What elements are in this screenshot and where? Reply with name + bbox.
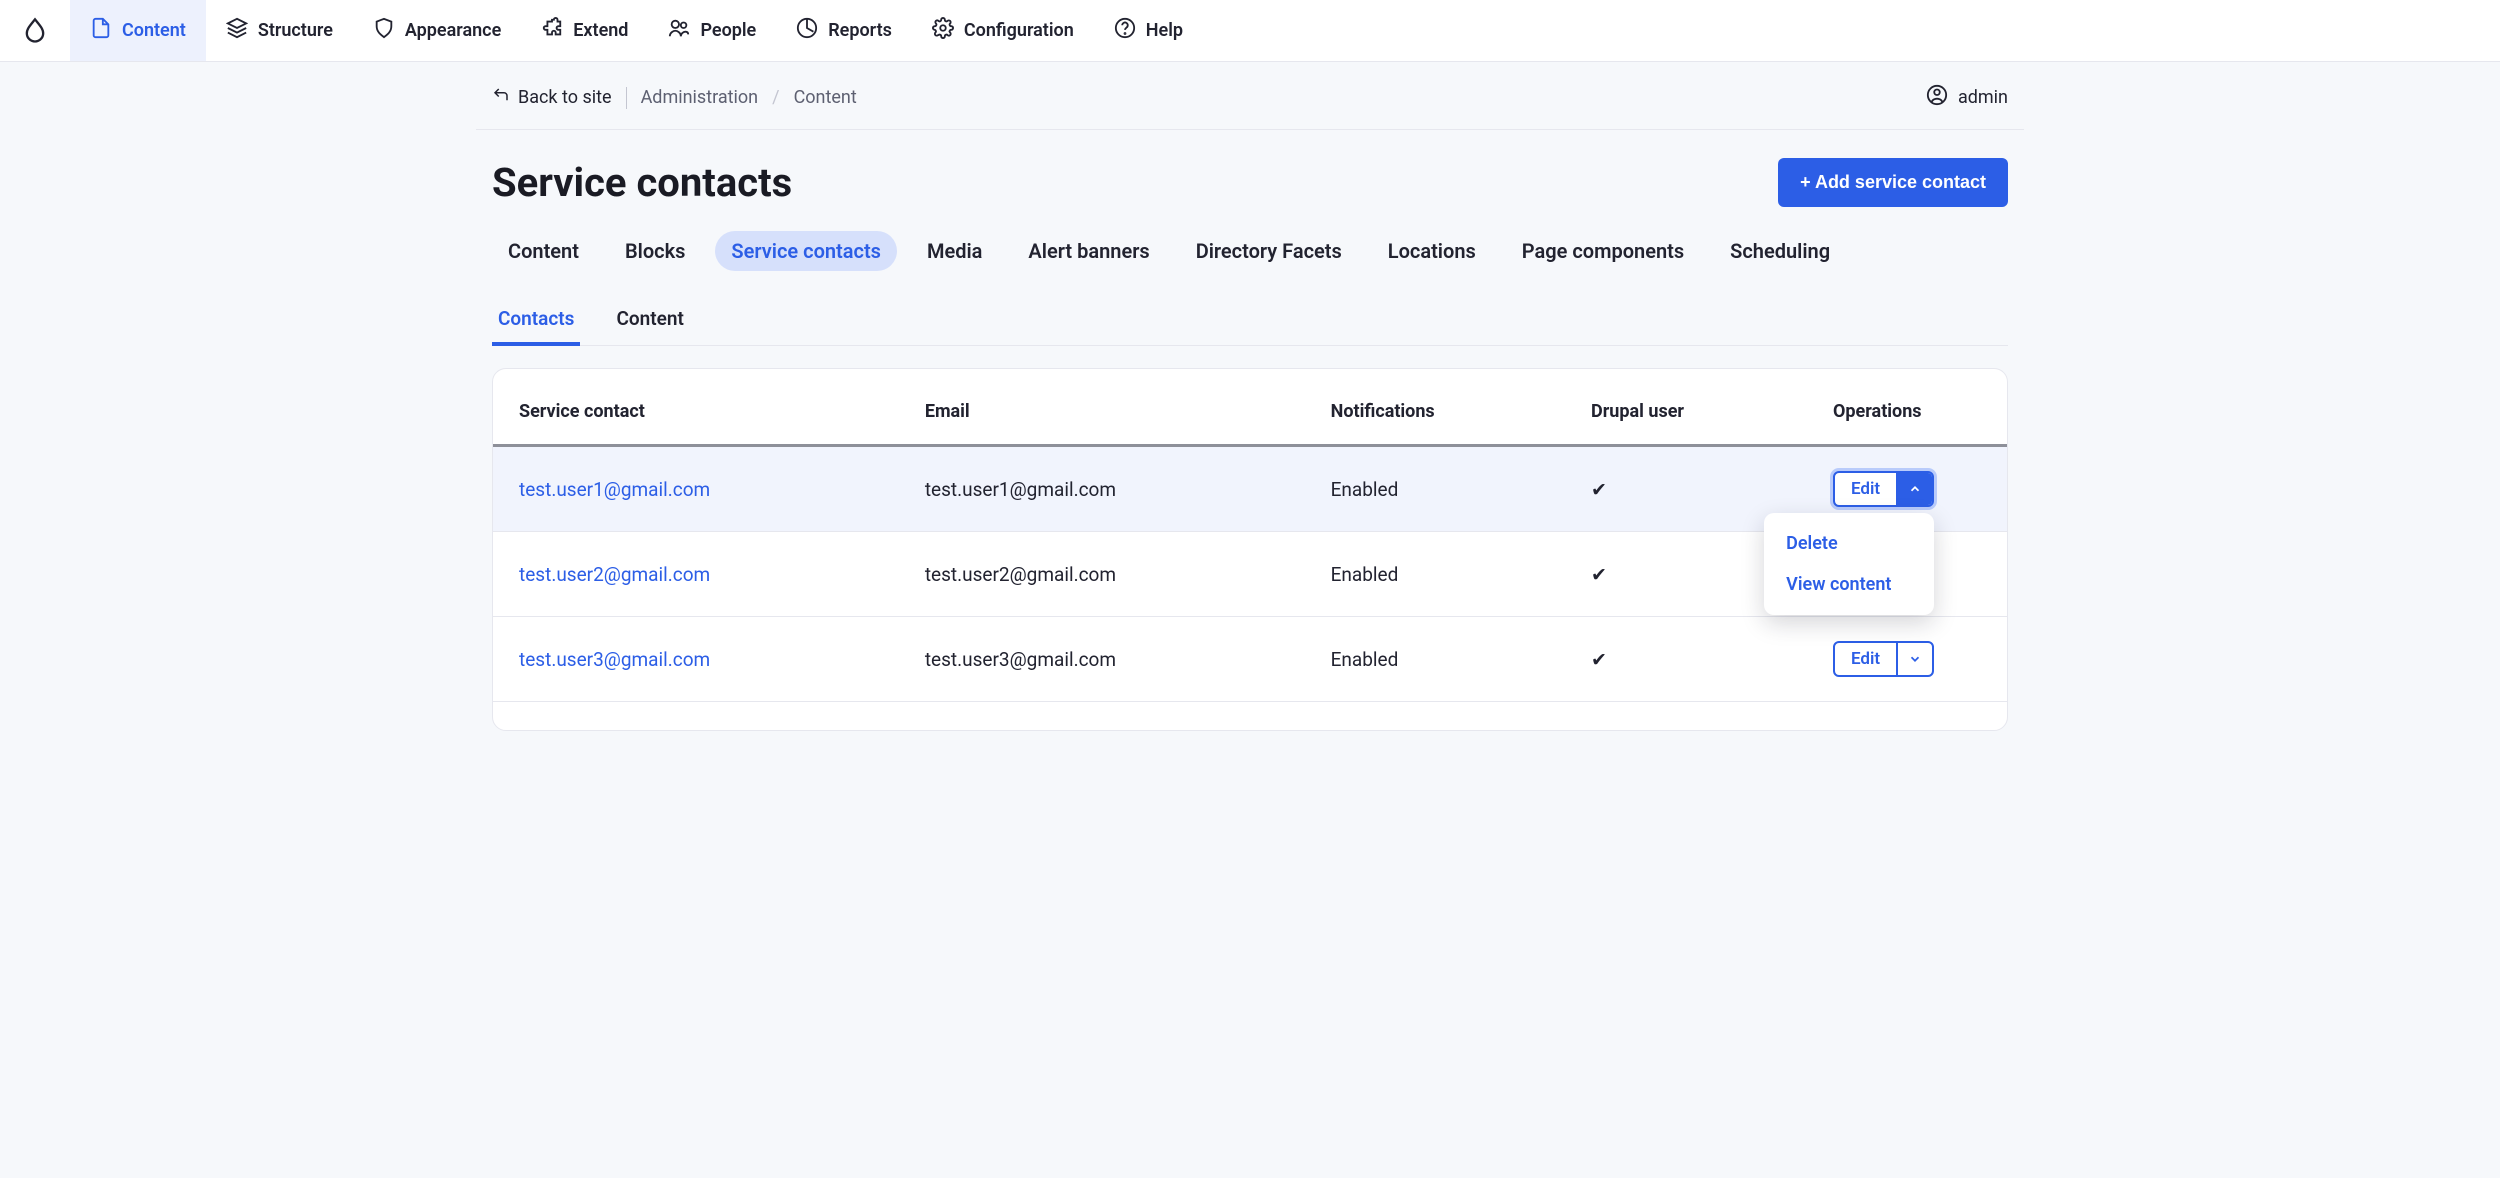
- toolbar-item-label: Appearance: [405, 20, 501, 41]
- dropbutton-toggle[interactable]: [1898, 473, 1932, 505]
- help-icon: [1114, 17, 1136, 44]
- breadcrumb-separator: /: [772, 87, 779, 108]
- add-service-contact-button[interactable]: + Add service contact: [1778, 158, 2008, 207]
- tab-page-components[interactable]: Page components: [1506, 231, 1700, 271]
- dropbutton-toggle[interactable]: [1898, 643, 1932, 675]
- table-row: test.user1@gmail.com test.user1@gmail.co…: [493, 446, 2007, 532]
- toolbar-item-configuration[interactable]: Configuration: [912, 0, 1094, 61]
- operations-menu: Delete View content: [1764, 513, 1934, 615]
- col-notifications: Notifications: [1305, 379, 1565, 446]
- toolbar-item-label: Configuration: [964, 20, 1074, 41]
- contact-name-link[interactable]: test.user3@gmail.com: [519, 648, 710, 671]
- toolbar-item-people[interactable]: People: [648, 0, 776, 61]
- subtab-content[interactable]: Content: [610, 295, 689, 346]
- subtab-contacts[interactable]: Contacts: [492, 295, 580, 346]
- toolbar-item-label: Extend: [573, 20, 628, 41]
- user-menu[interactable]: admin: [1926, 84, 2008, 111]
- toolbar-item-label: Content: [122, 20, 186, 41]
- menu-item-delete[interactable]: Delete: [1764, 523, 1934, 564]
- tab-blocks[interactable]: Blocks: [609, 231, 701, 271]
- back-to-site-link[interactable]: Back to site: [492, 86, 612, 109]
- listing-card: Service contact Email Notifications Drup…: [492, 368, 2008, 731]
- page-header: Service contacts + Add service contact: [492, 146, 2008, 207]
- contact-email: test.user3@gmail.com: [899, 617, 1305, 702]
- gear-icon: [932, 17, 954, 44]
- contact-notifications: Enabled: [1305, 446, 1565, 532]
- operations-dropbutton: Edit: [1833, 641, 1934, 677]
- layers-icon: [226, 17, 248, 44]
- primary-tabs: Content Blocks Service contacts Media Al…: [492, 231, 2008, 271]
- breadcrumb-item[interactable]: Administration: [641, 87, 759, 108]
- col-service-contact: Service contact: [493, 379, 899, 446]
- puzzle-icon: [541, 17, 563, 44]
- user-icon: [1926, 84, 1948, 111]
- contact-email: test.user2@gmail.com: [899, 532, 1305, 617]
- edit-button[interactable]: Edit: [1835, 643, 1898, 675]
- toolbar-item-label: People: [700, 20, 756, 41]
- operations-dropbutton: Edit: [1833, 471, 1934, 507]
- breadcrumb-divider: [626, 87, 627, 109]
- toolbar-item-structure[interactable]: Structure: [206, 0, 353, 61]
- col-drupal-user: Drupal user: [1565, 379, 1807, 446]
- drupal-logo-icon[interactable]: [0, 0, 70, 61]
- toolbar-item-appearance[interactable]: Appearance: [353, 0, 521, 61]
- contact-name-link[interactable]: test.user1@gmail.com: [519, 478, 710, 501]
- admin-toolbar: Content Structure Appearance Extend Peop…: [0, 0, 2500, 62]
- user-name: admin: [1958, 87, 2008, 108]
- col-email: Email: [899, 379, 1305, 446]
- chart-icon: [796, 17, 818, 44]
- contact-name-link[interactable]: test.user2@gmail.com: [519, 563, 710, 586]
- tab-directory-facets[interactable]: Directory Facets: [1180, 231, 1358, 271]
- chevron-down-icon: [1908, 648, 1922, 671]
- contact-notifications: Enabled: [1305, 617, 1565, 702]
- tab-locations[interactable]: Locations: [1372, 231, 1492, 271]
- secondary-tabs: Contacts Content: [492, 295, 2008, 346]
- toolbar-item-reports[interactable]: Reports: [776, 0, 912, 61]
- col-operations: Operations: [1807, 379, 2007, 446]
- service-contacts-table: Service contact Email Notifications Drup…: [493, 379, 2007, 702]
- back-to-site-label: Back to site: [518, 87, 612, 108]
- tab-alert-banners[interactable]: Alert banners: [1012, 231, 1165, 271]
- tab-service-contacts[interactable]: Service contacts: [715, 231, 897, 271]
- shield-icon: [373, 17, 395, 44]
- toolbar-item-label: Structure: [258, 20, 333, 41]
- contact-email: test.user1@gmail.com: [899, 446, 1305, 532]
- contact-drupal-user: ✔: [1565, 617, 1807, 702]
- contact-notifications: Enabled: [1305, 532, 1565, 617]
- breadcrumb-item[interactable]: Content: [794, 87, 857, 108]
- toolbar-item-content[interactable]: Content: [70, 0, 206, 61]
- tab-media[interactable]: Media: [911, 231, 998, 271]
- tab-scheduling[interactable]: Scheduling: [1714, 231, 1846, 271]
- breadcrumb-bar: Back to site Administration / Content ad…: [476, 62, 2024, 130]
- toolbar-item-label: Help: [1146, 20, 1183, 41]
- table-row: test.user3@gmail.com test.user3@gmail.co…: [493, 617, 2007, 702]
- toolbar-item-label: Reports: [828, 20, 892, 41]
- edit-button[interactable]: Edit: [1835, 473, 1898, 505]
- file-icon: [90, 17, 112, 44]
- tab-content[interactable]: Content: [492, 231, 595, 271]
- back-arrow-icon: [492, 86, 510, 109]
- people-icon: [668, 17, 690, 44]
- menu-item-view-content[interactable]: View content: [1764, 564, 1934, 605]
- chevron-up-icon: [1908, 478, 1922, 501]
- toolbar-item-extend[interactable]: Extend: [521, 0, 648, 61]
- page-title: Service contacts: [492, 159, 792, 206]
- toolbar-item-help[interactable]: Help: [1094, 0, 1203, 61]
